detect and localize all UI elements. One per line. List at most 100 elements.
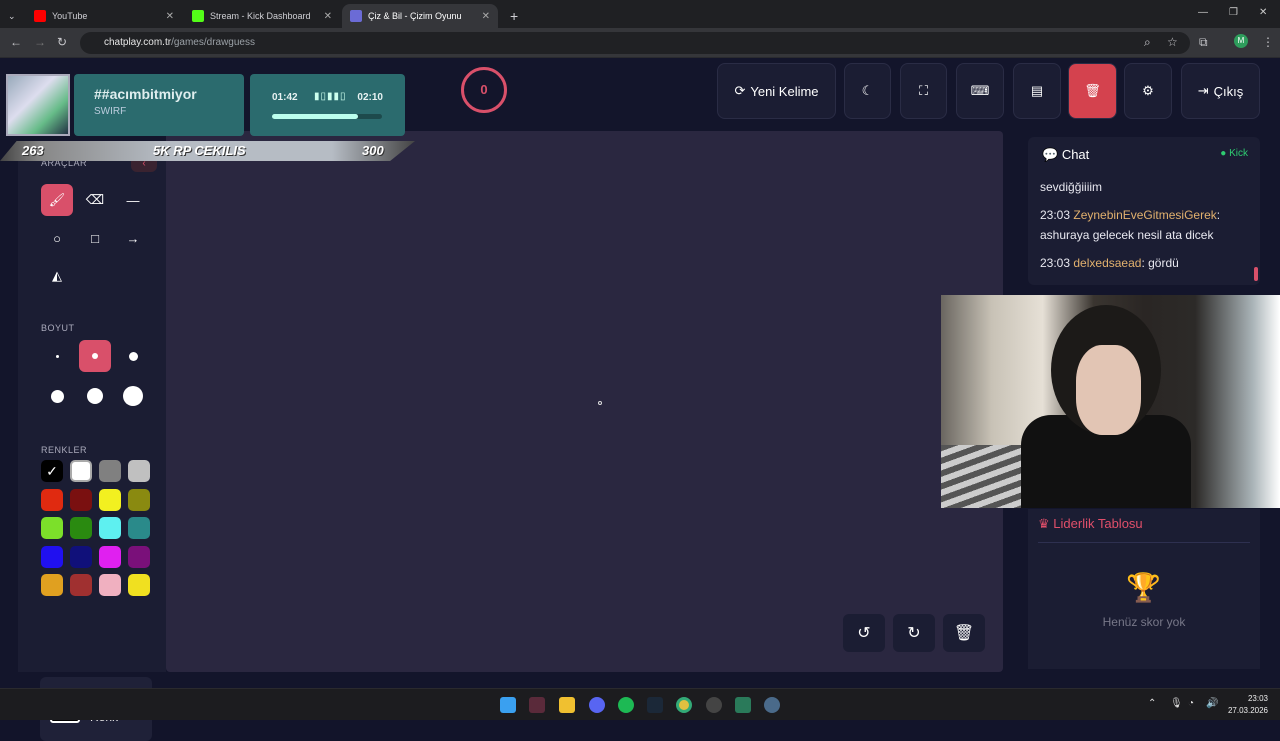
microphone-icon[interactable]: 🎙 bbox=[1170, 698, 1183, 709]
profile-avatar[interactable]: M bbox=[1234, 34, 1248, 48]
circle-icon: ○ bbox=[53, 230, 61, 246]
menu-dots-icon[interactable]: ⋮ bbox=[1262, 35, 1274, 49]
close-window-icon[interactable]: ✕ bbox=[1259, 7, 1267, 18]
line-tool[interactable]: — bbox=[117, 184, 149, 216]
color-swatch[interactable] bbox=[70, 517, 92, 539]
size-2[interactable] bbox=[79, 340, 111, 372]
restore-icon[interactable]: ❐ bbox=[1229, 7, 1238, 18]
discord-icon[interactable] bbox=[589, 697, 605, 713]
color-swatch[interactable] bbox=[41, 517, 63, 539]
archive-button[interactable]: ▤ bbox=[1013, 63, 1061, 119]
forward-icon[interactable]: → bbox=[34, 35, 46, 49]
fullscreen-button[interactable]: ⛶ bbox=[900, 63, 947, 119]
clear-all-button[interactable]: 🗑 bbox=[1068, 63, 1117, 119]
url-field[interactable]: chatplay.com.tr/games/drawguess bbox=[80, 32, 1190, 54]
webcam-person-face bbox=[1076, 345, 1141, 435]
bookmark-star-icon[interactable]: ☆ bbox=[1167, 35, 1178, 49]
minimize-icon[interactable]: — bbox=[1198, 7, 1208, 18]
exit-button[interactable]: ⇥ Çıkış bbox=[1181, 63, 1260, 119]
folder-icon[interactable] bbox=[559, 697, 575, 713]
tab-drawguess[interactable]: Çiz & Bil - Çizim Oyunu ✕ bbox=[342, 4, 498, 28]
audio-wave-icon: ▮▯▮▮▯ bbox=[314, 91, 347, 102]
chat-source-label: Kick bbox=[1229, 148, 1248, 159]
chevron-up-icon[interactable]: ⌃ bbox=[1148, 698, 1156, 709]
drawing-canvas[interactable] bbox=[166, 131, 1003, 672]
color-swatch[interactable] bbox=[99, 488, 121, 511]
color-swatch[interactable] bbox=[70, 545, 92, 568]
redo-button[interactable]: ↻ bbox=[893, 614, 935, 652]
tab-kick[interactable]: Stream - Kick Dashboard ✕ bbox=[184, 4, 340, 28]
close-icon[interactable]: ✕ bbox=[324, 11, 332, 22]
size-1[interactable] bbox=[41, 340, 73, 372]
wifi-icon[interactable]: ◔ bbox=[1188, 698, 1194, 709]
volume-icon[interactable]: 🔊 bbox=[1206, 698, 1218, 709]
color-swatch[interactable] bbox=[41, 545, 63, 568]
tab-youtube[interactable]: YouTube ✕ bbox=[26, 4, 182, 28]
chat-panel: 💬 Chat ● Kick sevdiğğiiiim 23:03 Zeynebi… bbox=[1028, 137, 1260, 285]
address-bar: ← → ↻ chatplay.com.tr/games/drawguess ⌕ … bbox=[0, 28, 1280, 58]
circle-tool[interactable]: ○ bbox=[41, 222, 73, 254]
fill-tool[interactable]: ◭ bbox=[41, 260, 73, 292]
color-swatch[interactable] bbox=[99, 460, 121, 482]
back-icon[interactable]: ← bbox=[10, 35, 22, 49]
eraser-tool[interactable]: ⌫ bbox=[79, 184, 111, 216]
youtube-icon bbox=[34, 10, 46, 22]
color-swatch[interactable] bbox=[41, 574, 63, 596]
color-swatch[interactable] bbox=[128, 574, 150, 596]
color-swatch[interactable] bbox=[128, 488, 150, 511]
arrow-right-icon: → bbox=[126, 230, 140, 246]
color-swatch[interactable] bbox=[70, 460, 92, 482]
timer-progress-fill bbox=[272, 114, 358, 119]
settings-icon[interactable] bbox=[764, 697, 780, 713]
url-host: chatplay.com.tr bbox=[104, 37, 172, 48]
clear-canvas-button[interactable]: 🗑 bbox=[943, 614, 985, 652]
obs-icon[interactable] bbox=[706, 697, 722, 713]
settings-button[interactable]: ⚙ bbox=[1124, 63, 1172, 119]
rectangle-tool[interactable]: □ bbox=[79, 222, 111, 254]
tab-search-button[interactable]: ⌄ bbox=[0, 4, 26, 28]
rp-title: 5K RP CEKILIS bbox=[153, 143, 246, 158]
moon-icon: ☾ bbox=[861, 83, 874, 98]
zoom-icon[interactable]: ⌕ bbox=[1144, 35, 1151, 50]
close-icon[interactable]: ✕ bbox=[166, 11, 174, 22]
size-6[interactable] bbox=[117, 380, 149, 412]
undo-button[interactable]: ↺ bbox=[843, 614, 885, 652]
size-5[interactable] bbox=[79, 380, 111, 412]
system-clock[interactable]: 23:03 27.03.2026 bbox=[1228, 693, 1268, 717]
app-icon[interactable] bbox=[529, 697, 545, 713]
new-word-button[interactable]: ⟳ Yeni Kelime bbox=[717, 63, 836, 119]
new-tab-button[interactable]: + bbox=[502, 4, 524, 28]
keyboard-button[interactable]: ⌨ bbox=[956, 63, 1004, 119]
color-swatch[interactable] bbox=[70, 574, 92, 596]
color-swatch[interactable] bbox=[128, 460, 150, 482]
brush-tool[interactable]: 🖌 bbox=[41, 184, 73, 216]
size-dot bbox=[87, 388, 103, 404]
chrome-icon[interactable] bbox=[676, 697, 692, 713]
size-3[interactable] bbox=[117, 340, 149, 372]
app-icon[interactable] bbox=[735, 697, 751, 713]
steam-icon[interactable] bbox=[647, 697, 663, 713]
arrow-tool[interactable]: → bbox=[117, 222, 149, 254]
new-word-label: Yeni Kelime bbox=[750, 83, 819, 99]
chat-scrollbar[interactable] bbox=[1254, 267, 1258, 281]
windows-start-icon[interactable] bbox=[500, 697, 516, 713]
extensions-icon[interactable]: ⧉ bbox=[1199, 35, 1208, 50]
color-swatch[interactable] bbox=[70, 488, 92, 511]
size-4[interactable] bbox=[41, 380, 73, 412]
color-swatch[interactable] bbox=[41, 488, 63, 511]
color-swatch[interactable] bbox=[99, 517, 121, 539]
reload-icon[interactable]: ↻ bbox=[57, 35, 67, 49]
dark-mode-button[interactable]: ☾ bbox=[844, 63, 891, 119]
color-swatch[interactable] bbox=[128, 545, 150, 568]
color-swatch[interactable] bbox=[99, 574, 121, 596]
sign-out-icon: ⇥ bbox=[1197, 83, 1209, 98]
chat-user: delxedsaead bbox=[1073, 256, 1142, 270]
color-swatch[interactable] bbox=[128, 517, 150, 539]
color-swatch[interactable]: ✓ bbox=[41, 460, 63, 482]
close-icon[interactable]: ✕ bbox=[482, 11, 490, 22]
spotify-icon[interactable] bbox=[618, 697, 634, 713]
chat-text: ashuraya gelecek nesil ata dicek bbox=[1040, 228, 1214, 242]
tools-panel: ARAÇLAR ‹ 🖌 ⌫ — ○ □ → ◭ BOYUT RENKLER ✓ … bbox=[18, 154, 166, 741]
color-swatch[interactable] bbox=[99, 545, 121, 568]
divider bbox=[1038, 542, 1250, 543]
